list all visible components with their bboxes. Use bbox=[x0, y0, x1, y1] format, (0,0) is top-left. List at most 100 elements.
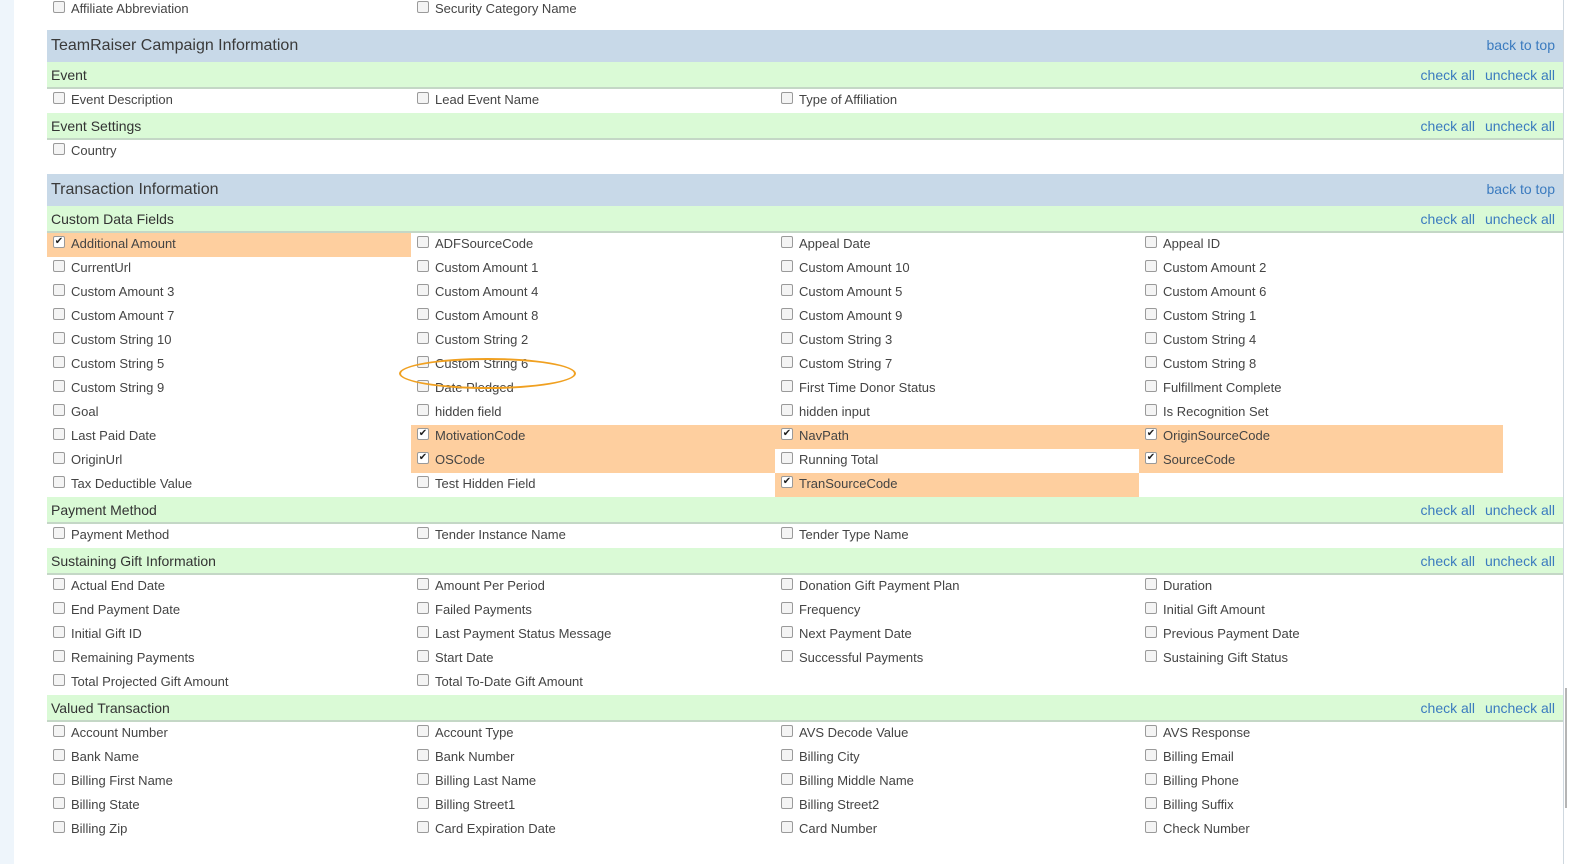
field-checkbox[interactable] bbox=[781, 260, 793, 272]
field-option-custom-amount-7[interactable]: Custom Amount 7 bbox=[47, 305, 411, 329]
field-option-frequency[interactable]: Frequency bbox=[775, 599, 1139, 623]
field-option-payment-method[interactable]: Payment Method bbox=[47, 524, 411, 548]
field-checkbox[interactable] bbox=[781, 380, 793, 392]
field-checkbox[interactable] bbox=[1145, 773, 1157, 785]
field-option-first-time-donor-status[interactable]: First Time Donor Status bbox=[775, 377, 1139, 401]
field-option-event-description[interactable]: Event Description bbox=[47, 89, 411, 113]
field-checkbox[interactable] bbox=[781, 332, 793, 344]
field-option-custom-amount-8[interactable]: Custom Amount 8 bbox=[411, 305, 775, 329]
scrollbar-thumb[interactable] bbox=[1565, 688, 1567, 808]
field-checkbox[interactable] bbox=[417, 92, 429, 104]
field-checkbox[interactable]: ✔ bbox=[781, 476, 793, 488]
field-checkbox[interactable] bbox=[781, 404, 793, 416]
field-option-hidden-field[interactable]: hidden field bbox=[411, 401, 775, 425]
check-all-link[interactable]: check all bbox=[1421, 67, 1475, 83]
field-checkbox[interactable] bbox=[53, 626, 65, 638]
field-checkbox[interactable] bbox=[781, 821, 793, 833]
field-checkbox[interactable] bbox=[53, 356, 65, 368]
field-option-custom-string-2[interactable]: Custom String 2 bbox=[411, 329, 775, 353]
field-checkbox[interactable] bbox=[53, 143, 65, 155]
check-all-link[interactable]: check all bbox=[1421, 211, 1475, 227]
field-checkbox[interactable] bbox=[1145, 650, 1157, 662]
field-option-country[interactable]: Country bbox=[47, 140, 411, 164]
field-checkbox[interactable] bbox=[53, 476, 65, 488]
field-option-successful-payments[interactable]: Successful Payments bbox=[775, 647, 1139, 671]
field-checkbox[interactable] bbox=[53, 797, 65, 809]
field-checkbox[interactable] bbox=[1145, 356, 1157, 368]
field-checkbox[interactable] bbox=[53, 308, 65, 320]
field-option-custom-string-9[interactable]: Custom String 9 bbox=[47, 377, 411, 401]
field-checkbox[interactable] bbox=[417, 797, 429, 809]
field-checkbox[interactable] bbox=[417, 236, 429, 248]
field-option-end-payment-date[interactable]: End Payment Date bbox=[47, 599, 411, 623]
field-option-bank-number[interactable]: Bank Number bbox=[411, 746, 775, 770]
field-checkbox[interactable] bbox=[781, 284, 793, 296]
back-to-top-link[interactable]: back to top bbox=[1487, 181, 1556, 197]
field-checkbox[interactable] bbox=[417, 821, 429, 833]
field-option-custom-amount-1[interactable]: Custom Amount 1 bbox=[411, 257, 775, 281]
field-option-bank-name[interactable]: Bank Name bbox=[47, 746, 411, 770]
field-option-total-to-date-gift-amount[interactable]: Total To-Date Gift Amount bbox=[411, 671, 775, 695]
check-all-link[interactable]: check all bbox=[1421, 502, 1475, 518]
field-option-type-of-affiliation[interactable]: Type of Affiliation bbox=[775, 89, 1139, 113]
field-option-running-total[interactable]: Running Total bbox=[775, 449, 1139, 473]
field-checkbox[interactable] bbox=[417, 650, 429, 662]
field-option-originurl[interactable]: OriginUrl bbox=[47, 449, 411, 473]
field-option-sustaining-gift-status[interactable]: Sustaining Gift Status bbox=[1139, 647, 1503, 671]
field-checkbox[interactable] bbox=[781, 602, 793, 614]
field-option-avs-decode-value[interactable]: AVS Decode Value bbox=[775, 722, 1139, 746]
field-option-custom-amount-10[interactable]: Custom Amount 10 bbox=[775, 257, 1139, 281]
field-option-custom-string-4[interactable]: Custom String 4 bbox=[1139, 329, 1503, 353]
field-option-check-number[interactable]: Check Number bbox=[1139, 818, 1503, 842]
field-checkbox[interactable] bbox=[417, 773, 429, 785]
field-option-total-projected-gift-amount[interactable]: Total Projected Gift Amount bbox=[47, 671, 411, 695]
field-option-date-pledged[interactable]: Date Pledged bbox=[411, 377, 775, 401]
field-option-billing-last-name[interactable]: Billing Last Name bbox=[411, 770, 775, 794]
field-option-previous-payment-date[interactable]: Previous Payment Date bbox=[1139, 623, 1503, 647]
field-option-goal[interactable]: Goal bbox=[47, 401, 411, 425]
uncheck-all-link[interactable]: uncheck all bbox=[1485, 118, 1555, 134]
field-option-last-payment-status-message[interactable]: Last Payment Status Message bbox=[411, 623, 775, 647]
field-checkbox[interactable] bbox=[53, 674, 65, 686]
field-checkbox[interactable] bbox=[1145, 332, 1157, 344]
field-checkbox[interactable] bbox=[417, 404, 429, 416]
field-checkbox[interactable] bbox=[53, 404, 65, 416]
field-checkbox[interactable] bbox=[53, 92, 65, 104]
field-checkbox[interactable] bbox=[53, 452, 65, 464]
field-option-billing-zip[interactable]: Billing Zip bbox=[47, 818, 411, 842]
field-option-duration[interactable]: Duration bbox=[1139, 575, 1503, 599]
field-option-start-date[interactable]: Start Date bbox=[411, 647, 775, 671]
field-option-custom-amount-4[interactable]: Custom Amount 4 bbox=[411, 281, 775, 305]
field-option-last-paid-date[interactable]: Last Paid Date bbox=[47, 425, 411, 449]
field-option-account-number[interactable]: Account Number bbox=[47, 722, 411, 746]
field-checkbox[interactable] bbox=[417, 332, 429, 344]
uncheck-all-link[interactable]: uncheck all bbox=[1485, 700, 1555, 716]
field-checkbox[interactable] bbox=[53, 380, 65, 392]
field-checkbox[interactable] bbox=[417, 308, 429, 320]
field-option-billing-state[interactable]: Billing State bbox=[47, 794, 411, 818]
field-option-custom-amount-3[interactable]: Custom Amount 3 bbox=[47, 281, 411, 305]
field-checkbox[interactable] bbox=[1145, 404, 1157, 416]
field-checkbox[interactable] bbox=[1145, 602, 1157, 614]
field-option-custom-amount-9[interactable]: Custom Amount 9 bbox=[775, 305, 1139, 329]
field-checkbox[interactable] bbox=[53, 773, 65, 785]
field-option-motivationcode[interactable]: ✔ MotivationCode bbox=[411, 425, 775, 449]
field-option-originsourcecode[interactable]: ✔ OriginSourceCode bbox=[1139, 425, 1503, 449]
field-option-billing-middle-name[interactable]: Billing Middle Name bbox=[775, 770, 1139, 794]
field-option-account-type[interactable]: Account Type bbox=[411, 722, 775, 746]
field-option-custom-amount-6[interactable]: Custom Amount 6 bbox=[1139, 281, 1503, 305]
field-option-appeal-id[interactable]: Appeal ID bbox=[1139, 233, 1503, 257]
field-option-failed-payments[interactable]: Failed Payments bbox=[411, 599, 775, 623]
field-option-card-expiration-date[interactable]: Card Expiration Date bbox=[411, 818, 775, 842]
field-option-is-recognition-set[interactable]: Is Recognition Set bbox=[1139, 401, 1503, 425]
field-checkbox[interactable] bbox=[417, 476, 429, 488]
field-option-initial-gift-amount[interactable]: Initial Gift Amount bbox=[1139, 599, 1503, 623]
field-checkbox[interactable] bbox=[1145, 308, 1157, 320]
field-option-affiliate-abbreviation[interactable]: Affiliate Abbreviation bbox=[47, 0, 411, 22]
field-option-initial-gift-id[interactable]: Initial Gift ID bbox=[47, 623, 411, 647]
field-option-additional-amount[interactable]: ✔ Additional Amount bbox=[47, 233, 411, 257]
field-option-actual-end-date[interactable]: Actual End Date bbox=[47, 575, 411, 599]
field-option-billing-street2[interactable]: Billing Street2 bbox=[775, 794, 1139, 818]
field-checkbox[interactable] bbox=[1145, 725, 1157, 737]
field-checkbox[interactable] bbox=[53, 332, 65, 344]
